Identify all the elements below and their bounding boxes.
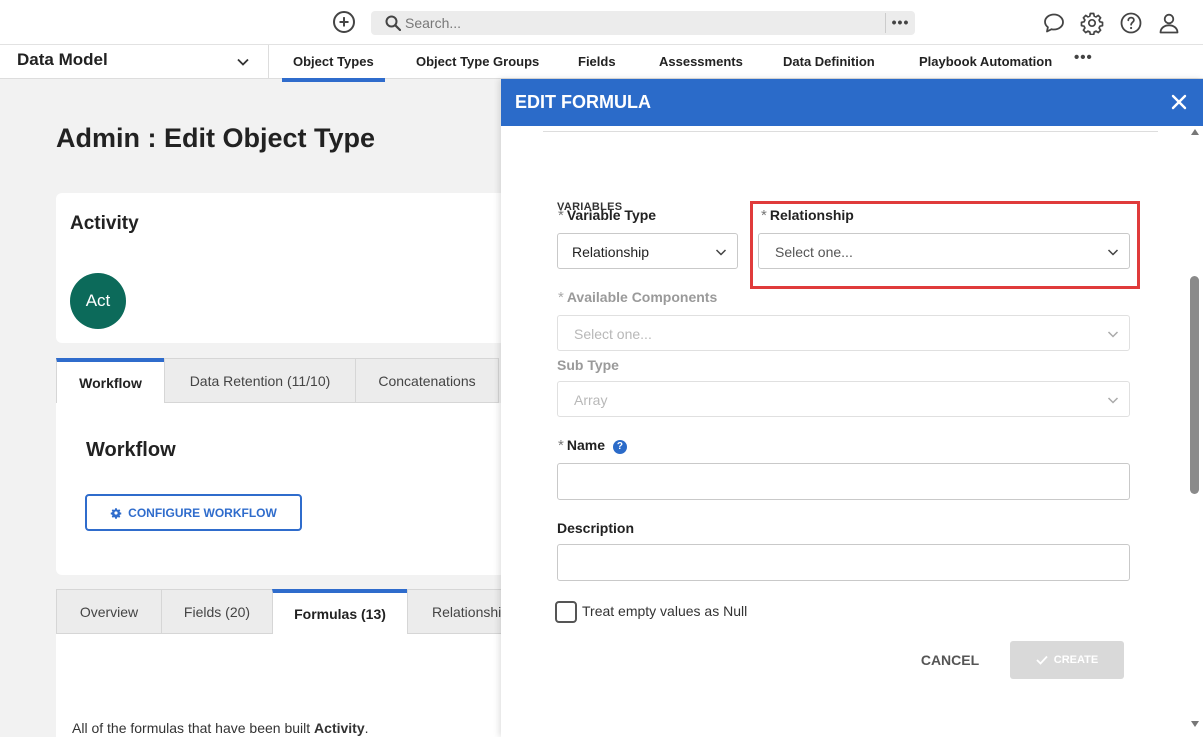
tab-data-retention[interactable]: Data Retention (11/10)	[164, 358, 356, 403]
chevron-down-icon	[1107, 397, 1119, 404]
checkmark-icon	[1036, 655, 1048, 665]
cancel-button[interactable]: CANCEL	[912, 641, 988, 678]
treat-empty-null-checkbox[interactable]	[555, 601, 577, 623]
data-model-selector[interactable]: Data Model	[17, 50, 108, 70]
variable-type-label: * Variable Type	[558, 207, 657, 224]
available-components-label: * Available Components	[558, 289, 718, 306]
nav-tab-assessments[interactable]: Assessments	[659, 54, 743, 69]
tab-concatenations[interactable]: Concatenations	[355, 358, 499, 403]
available-components-placeholder: Select one...	[574, 326, 652, 342]
nav-tab-object-type-groups[interactable]: Object Type Groups	[416, 54, 539, 69]
help-icon[interactable]: ?	[612, 440, 627, 454]
scroll-up-arrow-icon[interactable]	[1191, 129, 1199, 135]
close-icon[interactable]	[1169, 92, 1189, 112]
panel-scrollbar[interactable]	[1187, 126, 1203, 737]
create-button[interactable]: CREATE	[1010, 641, 1124, 679]
formulas-description: All of the formulas that have been built…	[72, 720, 369, 736]
required-mark: *	[558, 437, 564, 454]
configure-workflow-label: CONFIGURE WORKFLOW	[128, 505, 277, 520]
user-profile-icon[interactable]	[1157, 11, 1181, 35]
lower-tab-bar: Overview Fields (20) Formulas (13) Relat…	[56, 589, 516, 634]
nav-divider	[268, 45, 269, 79]
variable-type-value: Relationship	[572, 244, 650, 260]
page-title: Admin : Edit Object Type	[56, 123, 376, 153]
required-mark: *	[558, 289, 564, 306]
upper-tab-bar: Workflow Data Retention (11/10) Concaten…	[56, 358, 516, 403]
nav-tab-fields[interactable]: Fields	[578, 54, 616, 69]
tab-relationships[interactable]: Relationshi	[407, 589, 507, 634]
add-icon[interactable]: +	[333, 11, 355, 33]
settings-gear-icon[interactable]	[1080, 11, 1104, 35]
panel-title: EDIT FORMULA	[515, 92, 651, 112]
workflow-heading: Workflow	[86, 439, 176, 461]
search-bar[interactable]: •••	[371, 11, 915, 35]
gear-icon	[110, 507, 122, 519]
variable-type-select[interactable]: Relationship	[557, 233, 738, 269]
chevron-down-icon[interactable]	[236, 55, 250, 69]
chevron-down-icon	[1107, 331, 1119, 338]
chat-icon[interactable]	[1042, 11, 1066, 35]
search-icon	[385, 15, 401, 31]
chevron-down-icon	[715, 249, 727, 256]
relationship-highlight-box	[750, 201, 1140, 289]
nav-tab-object-types[interactable]: Object Types	[282, 54, 385, 82]
scrollbar-thumb[interactable]	[1190, 276, 1199, 494]
panel-header: EDIT FORMULA	[501, 79, 1203, 126]
search-input[interactable]	[405, 14, 905, 32]
configure-workflow-button[interactable]: CONFIGURE WORKFLOW	[85, 494, 302, 531]
treat-empty-null-label: Treat empty values as Null	[582, 603, 748, 619]
tab-fields[interactable]: Fields (20)	[161, 589, 273, 634]
tab-formulas[interactable]: Formulas (13)	[272, 589, 408, 634]
tab-overview[interactable]: Overview	[56, 589, 162, 634]
tab-workflow[interactable]: Workflow	[56, 358, 165, 403]
name-label: * Name?	[558, 437, 627, 454]
object-avatar: Act	[70, 273, 126, 329]
divider	[543, 131, 1158, 132]
sub-type-value: Array	[574, 392, 608, 408]
sub-type-label: Sub Type	[557, 357, 619, 373]
name-input[interactable]	[557, 463, 1130, 500]
nav-bar: Data Model Object Types Object Type Grou…	[0, 45, 1203, 82]
required-mark: *	[558, 207, 564, 224]
sub-type-select[interactable]: Array	[557, 381, 1130, 417]
available-components-select[interactable]: Select one...	[557, 315, 1130, 351]
top-bar: + •••	[0, 0, 1203, 45]
search-options-button[interactable]: •••	[885, 13, 915, 33]
object-name: Activity	[70, 213, 139, 234]
create-label: CREATE	[1053, 654, 1099, 666]
scroll-down-arrow-icon[interactable]	[1191, 721, 1199, 727]
nav-tab-playbook-automation[interactable]: Playbook Automation	[919, 54, 1052, 69]
nav-tab-data-definition[interactable]: Data Definition	[783, 54, 875, 69]
nav-more-button[interactable]: •••	[1074, 49, 1093, 66]
description-input[interactable]	[557, 544, 1130, 581]
workflow-card	[56, 403, 516, 575]
help-icon[interactable]	[1119, 11, 1143, 35]
description-label: Description	[557, 520, 635, 536]
